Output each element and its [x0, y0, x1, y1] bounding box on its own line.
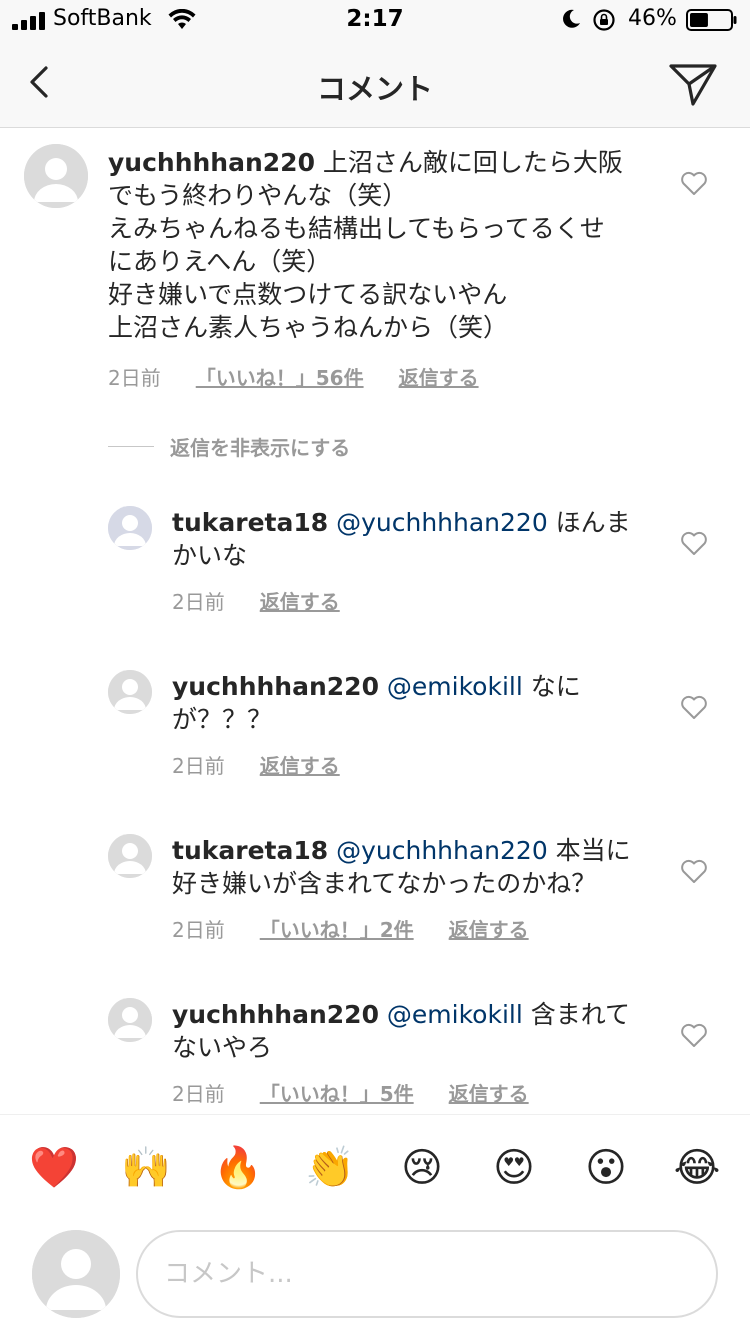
emoji-clapping-hands-button[interactable]: 👏 — [305, 1143, 355, 1193]
reply-body: yuchhhhan220 @emikokill 含まれて ないやろ — [172, 998, 642, 1064]
user-avatar-icon — [108, 506, 152, 550]
default-avatar-icon — [32, 1230, 120, 1318]
rotation-lock-icon — [593, 9, 615, 31]
emoji-tears-of-joy-button[interactable]: 😂 — [672, 1143, 722, 1193]
comment-line: 好き嫌いで点数つけてる訳ないやん — [108, 280, 508, 309]
reply-meta: 2日前 返信する — [172, 750, 375, 779]
divider — [108, 446, 154, 447]
likes-count-link[interactable]: 「いいね！」56件 — [196, 362, 364, 391]
comment-line: にありえへん（笑） — [108, 247, 332, 276]
comment-line: えみちゃんねるも結構出してもらってるくせ — [108, 214, 605, 243]
do-not-disturb-icon — [563, 9, 580, 28]
comment-line: 好き嫌いが含まれてなかったのかね？ — [172, 869, 597, 898]
reply-body: yuchhhhan220 @emikokill なに が？？？ — [172, 670, 642, 736]
emoji-quick-bar: ❤️ 🙌 🔥 👏 😢 😍 😮 😂 — [0, 1114, 750, 1218]
avatar[interactable] — [108, 506, 152, 550]
default-avatar-icon — [108, 834, 152, 878]
battery-percent: 46% — [628, 6, 677, 31]
default-avatar-icon — [108, 670, 152, 714]
reply-meta: 2日前 返信する — [172, 586, 375, 615]
reply-text: 本当に — [547, 836, 631, 865]
hide-replies-label: 返信を非表示にする — [170, 436, 351, 460]
reply-button[interactable]: 返信する — [260, 750, 340, 779]
reply-text: ほんま — [547, 508, 631, 537]
reply-username[interactable]: yuchhhhan220 — [172, 672, 379, 701]
reply-text: なに — [522, 672, 581, 701]
send-button[interactable] — [666, 60, 720, 110]
page-title: コメント — [316, 72, 433, 106]
default-avatar-icon — [108, 998, 152, 1042]
reply-button[interactable]: 返信する — [260, 586, 340, 615]
emoji-crying-face-button[interactable]: 😢 — [397, 1143, 447, 1193]
reply-time: 2日前 — [172, 918, 225, 942]
comment-username[interactable]: yuchhhhan220 — [108, 148, 315, 177]
comment-line: yuchhhhan220 上沼さん敵に回したら大阪 — [108, 146, 668, 179]
comment-line: ないやろ — [172, 1033, 273, 1062]
emoji-surprised-face-button[interactable]: 😮 — [581, 1143, 631, 1193]
like-heart-icon[interactable] — [680, 1022, 708, 1048]
comment-text: 上沼さん敵に回したら大阪 — [314, 148, 623, 177]
likes-count-link[interactable]: 「いいね！」5件 — [260, 1078, 414, 1107]
reply-button[interactable]: 返信する — [449, 914, 529, 943]
reply-meta: 2日前 「いいね！」5件 返信する — [172, 1078, 564, 1107]
likes-count-link[interactable]: 「いいね！」2件 — [260, 914, 414, 943]
reply-button[interactable]: 返信する — [399, 362, 479, 391]
comment-line: かいな — [172, 541, 248, 570]
like-heart-icon[interactable] — [680, 530, 708, 556]
reply-time: 2日前 — [172, 754, 225, 778]
comment-body: yuchhhhan220 上沼さん敵に回したら大阪 でもう終わりやんな（笑） え… — [108, 146, 668, 344]
avatar[interactable] — [24, 144, 88, 208]
emoji-fire-button[interactable]: 🔥 — [213, 1143, 263, 1193]
comment-time: 2日前 — [108, 366, 161, 390]
reply-username[interactable]: tukareta18 — [172, 508, 328, 537]
comment-meta: 2日前 「いいね！」56件 返信する — [108, 362, 514, 391]
emoji-heart-button[interactable]: ❤️ — [29, 1143, 79, 1193]
like-heart-icon[interactable] — [680, 170, 708, 196]
emoji-heart-eyes-button[interactable]: 😍 — [489, 1143, 539, 1193]
avatar[interactable] — [108, 834, 152, 878]
reply-body: tukareta18 @yuchhhhan220 ほんま かいな — [172, 506, 642, 572]
reply-text: 含まれて — [522, 1000, 630, 1029]
hide-replies-toggle[interactable]: 返信を非表示にする — [108, 432, 350, 461]
reply-username[interactable]: tukareta18 — [172, 836, 328, 865]
reply-meta: 2日前 「いいね！」2件 返信する — [172, 914, 564, 943]
mention-link[interactable]: @yuchhhhan220 — [328, 836, 548, 865]
emoji-raised-hands-button[interactable]: 🙌 — [121, 1143, 171, 1193]
avatar[interactable] — [108, 998, 152, 1042]
comment-line: が？？？ — [172, 705, 273, 734]
reply-body: tukareta18 @yuchhhhan220 本当に 好き嫌いが含まれてなか… — [172, 834, 652, 900]
like-heart-icon[interactable] — [680, 694, 708, 720]
battery-icon — [686, 9, 737, 31]
my-avatar — [32, 1230, 120, 1318]
like-heart-icon[interactable] — [680, 858, 708, 884]
mention-link[interactable]: @emikokill — [379, 672, 523, 701]
avatar[interactable] — [108, 670, 152, 714]
default-avatar-icon — [24, 144, 88, 208]
comment-line: tukareta18 @yuchhhhan220 本当に — [172, 834, 652, 867]
comment-input[interactable] — [136, 1230, 718, 1318]
status-bar: SoftBank 2:17 46% — [0, 0, 750, 40]
reply-time: 2日前 — [172, 1082, 225, 1106]
reply-username[interactable]: yuchhhhan220 — [172, 1000, 379, 1029]
comment-line: tukareta18 @yuchhhhan220 ほんま — [172, 506, 642, 539]
mention-link[interactable]: @yuchhhhan220 — [328, 508, 548, 537]
comment-line: yuchhhhan220 @emikokill なに — [172, 670, 642, 703]
comment-line: でもう終わりやんな（笑） — [108, 181, 408, 210]
mention-link[interactable]: @emikokill — [379, 1000, 523, 1029]
nav-header: コメント — [0, 40, 750, 128]
reply-time: 2日前 — [172, 590, 225, 614]
back-button[interactable] — [22, 60, 62, 104]
reply-button[interactable]: 返信する — [449, 1078, 529, 1107]
comment-line: 上沼さん素人ちゃうねんから（笑） — [108, 313, 509, 342]
comment-line: yuchhhhan220 @emikokill 含まれて — [172, 998, 642, 1031]
